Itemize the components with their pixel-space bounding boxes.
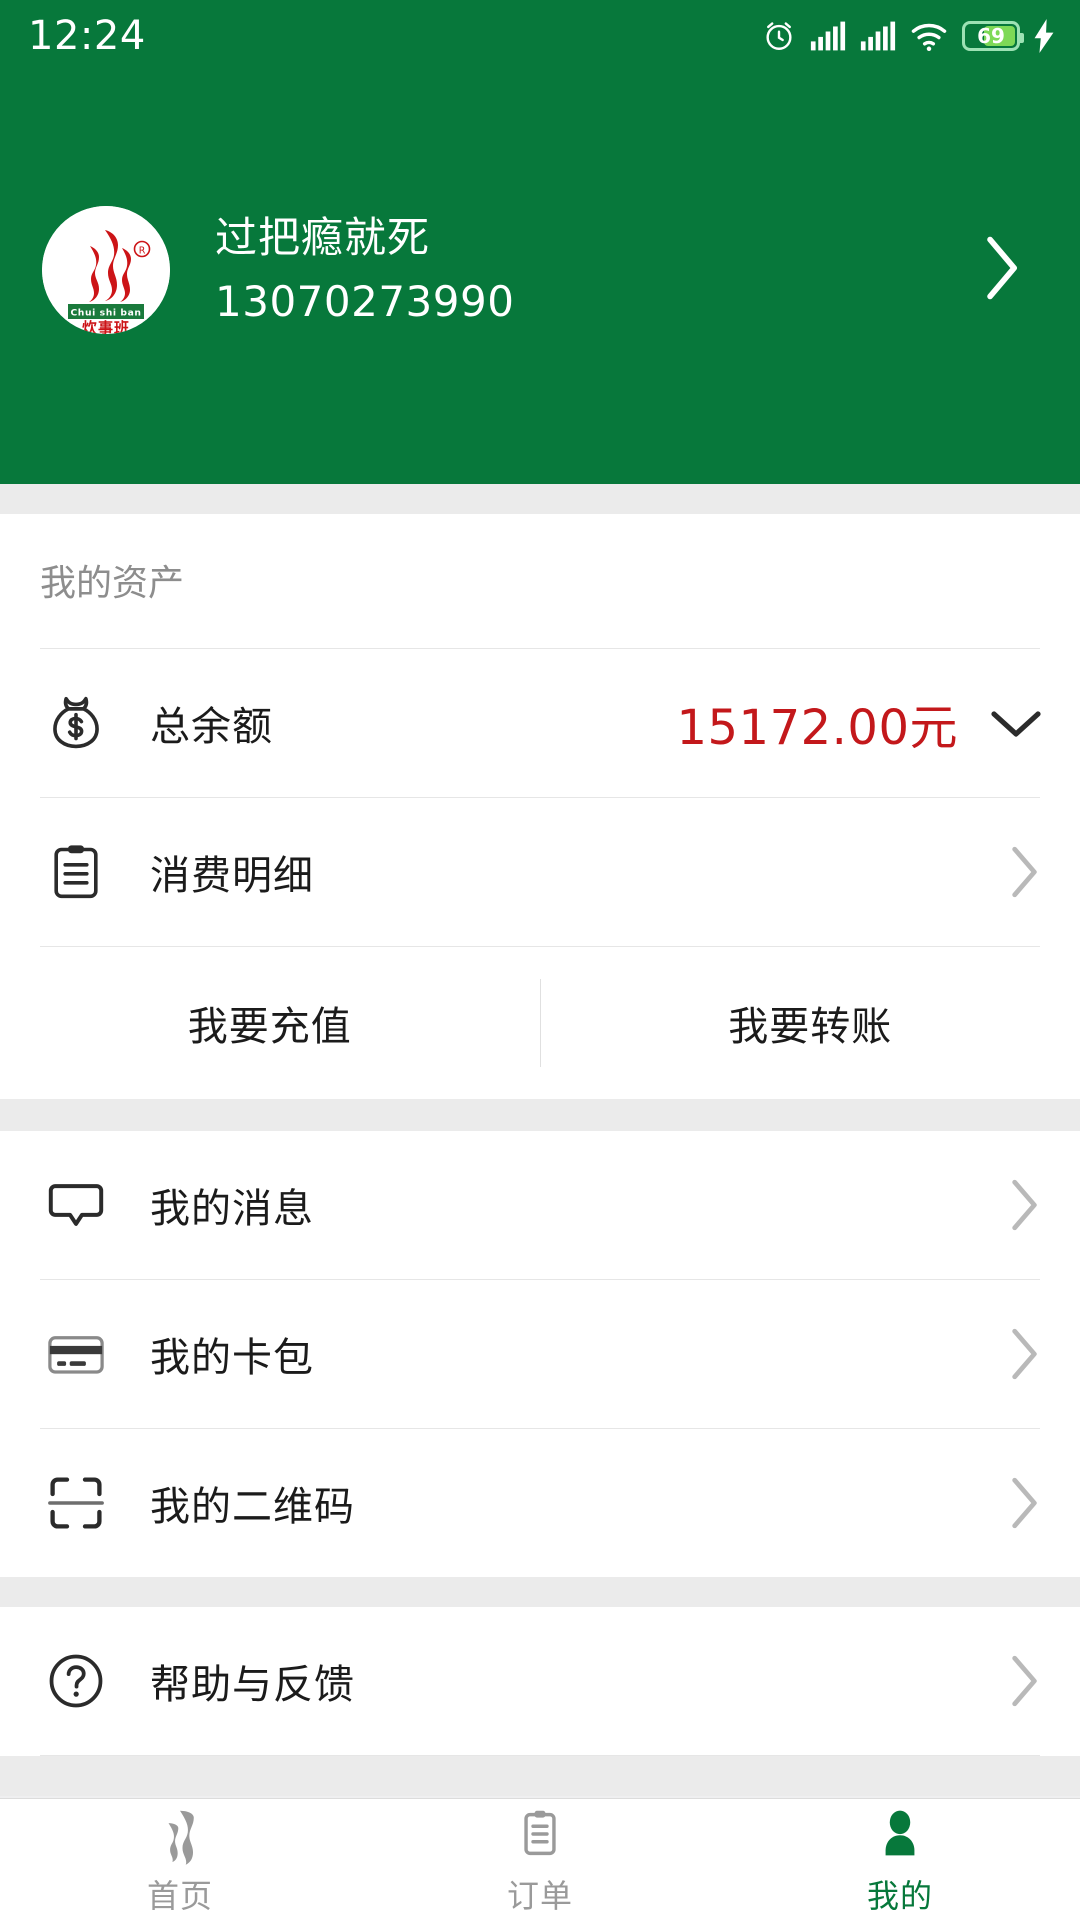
charging-bolt-icon bbox=[1034, 19, 1054, 53]
balance-label: 总余额 bbox=[150, 704, 273, 750]
row-total-balance[interactable]: 总余额 15172.00元 bbox=[0, 649, 1080, 797]
flame-icon bbox=[168, 1810, 194, 1865]
recharge-button[interactable]: 我要充值 bbox=[0, 947, 540, 1099]
chevron-right-icon bbox=[1012, 1655, 1037, 1707]
battery-percent: 69 bbox=[977, 24, 1005, 48]
row-consumption-detail[interactable]: 消费明细 bbox=[0, 798, 1080, 946]
chevron-right-icon bbox=[1012, 1477, 1037, 1529]
my-messages-chevron bbox=[1004, 1176, 1044, 1234]
my-qrcode-chevron bbox=[1004, 1474, 1044, 1532]
tab-mine-label: 我的 bbox=[866, 1876, 933, 1915]
svg-text:R: R bbox=[139, 246, 146, 257]
row-my-qrcode[interactable]: 我的二维码 bbox=[0, 1429, 1080, 1577]
menu-group-secondary: 帮助与反馈 bbox=[0, 1607, 1080, 1756]
consumption-detail-chevron bbox=[1004, 843, 1044, 901]
status-bar-icons: 69 bbox=[762, 19, 1054, 53]
assets-card: 我的资产 总余额 15172.00元 消费明细 我要充值 我要转账 bbox=[0, 514, 1080, 1099]
status-bar: 12:24 69 bbox=[0, 0, 1080, 72]
user-phone: 13070273990 bbox=[215, 277, 515, 326]
tab-home-label: 首页 bbox=[146, 1876, 213, 1915]
user-name: 过把瘾就死 bbox=[215, 213, 431, 263]
wifi-icon bbox=[911, 23, 947, 52]
my-messages-label: 我的消息 bbox=[150, 1186, 314, 1232]
speech-bubble-icon bbox=[40, 1169, 112, 1241]
assets-section-title: 我的资产 bbox=[40, 563, 185, 604]
section-gap bbox=[0, 1756, 1080, 1796]
profile-text: 过把瘾就死 13070273990 bbox=[215, 213, 978, 326]
status-bar-clock: 12:24 bbox=[28, 13, 146, 59]
section-gap bbox=[0, 1099, 1080, 1131]
row-my-messages[interactable]: 我的消息 bbox=[0, 1131, 1080, 1279]
section-gap bbox=[0, 484, 1080, 514]
alarm-icon bbox=[766, 22, 792, 50]
profile-header: 12:24 69 Chui shi ban 炊事班 R 过把瘾就死 130702… bbox=[0, 0, 1080, 484]
row-my-cards[interactable]: 我的卡包 bbox=[0, 1280, 1080, 1428]
money-bag-icon bbox=[40, 687, 112, 759]
balance-value: 15172.00元 bbox=[676, 700, 958, 756]
avatar[interactable]: Chui shi ban 炊事班 R bbox=[42, 206, 170, 334]
svg-text:炊事班: 炊事班 bbox=[82, 319, 130, 334]
help-feedback-label: 帮助与反馈 bbox=[150, 1662, 355, 1708]
signal-icon bbox=[860, 21, 896, 51]
section-gap bbox=[0, 1577, 1080, 1607]
chevron-right-icon bbox=[987, 236, 1017, 300]
battery-icon: 69 bbox=[962, 21, 1024, 51]
question-circle-icon bbox=[40, 1645, 112, 1717]
consumption-detail-label: 消费明细 bbox=[150, 853, 314, 899]
balance-expander[interactable] bbox=[988, 703, 1044, 743]
chevron-right-icon bbox=[1012, 1179, 1037, 1231]
clipboard-list-icon bbox=[40, 836, 112, 908]
profile-chevron[interactable] bbox=[978, 233, 1024, 307]
credit-card-icon bbox=[40, 1318, 112, 1390]
my-cards-label: 我的卡包 bbox=[150, 1335, 314, 1381]
tab-mine[interactable]: 我的 bbox=[720, 1799, 1080, 1920]
chevron-right-icon bbox=[1012, 1328, 1037, 1380]
chevron-right-icon bbox=[1012, 846, 1037, 898]
qr-scan-icon bbox=[40, 1467, 112, 1539]
bottom-navigation: 首页 订单 我的 bbox=[0, 1798, 1080, 1920]
help-feedback-chevron bbox=[1004, 1652, 1044, 1710]
asset-actions: 我要充值 我要转账 bbox=[0, 947, 1080, 1099]
row-help-feedback[interactable]: 帮助与反馈 bbox=[0, 1607, 1080, 1755]
clipboard-icon bbox=[524, 1810, 556, 1855]
my-qrcode-label: 我的二维码 bbox=[150, 1484, 355, 1530]
brand-logo-icon: Chui shi ban 炊事班 R bbox=[42, 206, 170, 334]
chevron-down-icon bbox=[991, 711, 1041, 737]
tab-orders-label: 订单 bbox=[506, 1876, 573, 1915]
person-icon bbox=[885, 1810, 915, 1855]
app-screen: 12:24 69 Chui shi ban 炊事班 R 过把瘾就死 130702… bbox=[0, 0, 1080, 1920]
signal-icon bbox=[810, 21, 846, 51]
transfer-button[interactable]: 我要转账 bbox=[541, 947, 1080, 1099]
tab-orders[interactable]: 订单 bbox=[360, 1799, 720, 1920]
menu-group-primary: 我的消息 我的卡包 我的二维码 bbox=[0, 1131, 1080, 1577]
my-cards-chevron bbox=[1004, 1325, 1044, 1383]
profile-row[interactable]: Chui shi ban 炊事班 R 过把瘾就死 13070273990 bbox=[0, 180, 1080, 360]
svg-text:Chui shi ban: Chui shi ban bbox=[70, 307, 141, 318]
main-content: 我的资产 总余额 15172.00元 消费明细 我要充值 我要转账 我的消息 我… bbox=[0, 484, 1080, 1798]
tab-home[interactable]: 首页 bbox=[0, 1799, 360, 1920]
